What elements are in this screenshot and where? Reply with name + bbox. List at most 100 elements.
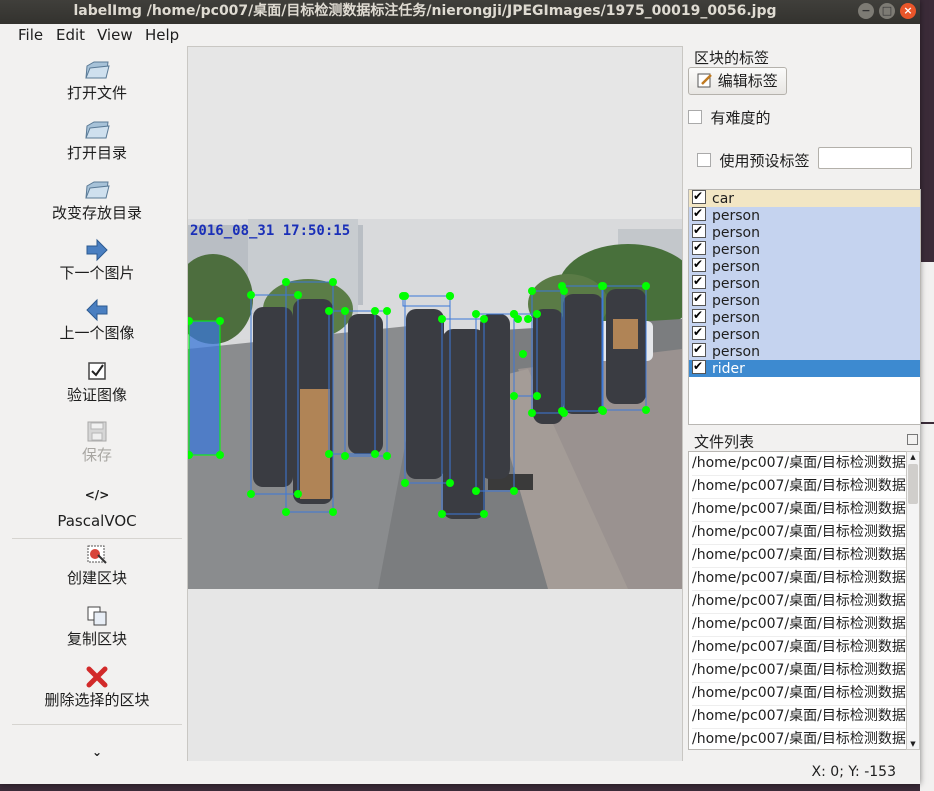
duplicate-box-button[interactable]: 复制区块	[8, 604, 186, 649]
file-list-item[interactable]: /home/pc007/桌面/目标检测数据标注	[692, 521, 907, 545]
close-button[interactable]: ×	[900, 3, 916, 19]
label-visibility-checkbox[interactable]	[692, 273, 706, 290]
label-visibility-checkbox[interactable]	[692, 256, 706, 273]
menu-bar: File Edit View Help	[0, 24, 920, 46]
label-list-item[interactable]: person	[689, 256, 920, 275]
file-list-item[interactable]: /home/pc007/桌面/目标检测数据标注	[692, 613, 907, 637]
open-dir-button[interactable]: 打开目录	[8, 118, 186, 163]
open-file-button[interactable]: 打开文件	[8, 58, 186, 103]
use-default-label-box[interactable]	[697, 153, 711, 167]
file-list-scrollbar[interactable]: ▲ ▼	[906, 451, 920, 750]
label-name: person	[712, 293, 760, 309]
duplicate-box-label: 复制区块	[66, 630, 127, 648]
label-visibility-checkbox[interactable]	[692, 222, 706, 239]
save-label: 保存	[81, 446, 112, 464]
toolbar-extension-button[interactable]: ⌄	[8, 744, 186, 760]
label-list-item[interactable]: person	[689, 205, 920, 224]
verify-image-label: 验证图像	[66, 386, 127, 404]
arrow-right-icon	[86, 238, 108, 262]
label-list-item[interactable]: person	[689, 239, 920, 258]
menu-file[interactable]: File	[18, 26, 43, 44]
file-list-item[interactable]: /home/pc007/桌面/目标检测数据标注	[692, 544, 907, 568]
label-visibility-checkbox[interactable]	[692, 307, 706, 324]
file-list-item[interactable]: /home/pc007/桌面/目标检测数据标注	[692, 659, 907, 683]
background-window	[920, 424, 934, 791]
file-list-item[interactable]: /home/pc007/桌面/目标检测数据标注	[692, 475, 907, 499]
label-visibility-checkbox[interactable]	[692, 290, 706, 307]
difficult-checkbox-box[interactable]	[688, 110, 702, 124]
menu-view[interactable]: View	[97, 26, 133, 44]
file-list-item[interactable]: /home/pc007/桌面/目标检测数据标注	[692, 590, 907, 614]
label-list-item[interactable]: person	[689, 341, 920, 360]
verify-image-button[interactable]: 验证图像	[8, 360, 186, 405]
image-canvas[interactable]: 2016_08_31 17:50:15	[187, 46, 683, 763]
copy-icon	[87, 606, 107, 626]
label-list-item[interactable]: person	[689, 324, 920, 343]
prev-image-button[interactable]: 上一个图像	[8, 298, 186, 343]
label-list-item[interactable]: person	[689, 290, 920, 309]
maximize-button[interactable]: □	[879, 3, 895, 19]
code-icon: </>	[84, 488, 110, 502]
label-visibility-checkbox[interactable]	[692, 324, 706, 341]
menu-edit[interactable]: Edit	[56, 26, 85, 44]
label-list[interactable]: carpersonpersonpersonpersonpersonpersonp…	[688, 189, 921, 425]
folder-icon	[85, 181, 110, 199]
save-button[interactable]: 保存	[8, 420, 186, 465]
prev-image-label: 上一个图像	[59, 324, 135, 342]
default-label-input[interactable]	[818, 147, 912, 169]
file-list-item[interactable]: /home/pc007/桌面/目标检测数据标注	[692, 682, 907, 706]
label-name: person	[712, 327, 760, 343]
arrow-left-icon	[86, 298, 108, 322]
label-visibility-checkbox[interactable]	[692, 190, 706, 205]
next-image-button[interactable]: 下一个图片	[8, 238, 186, 283]
label-name: person	[712, 259, 760, 275]
difficult-checkbox[interactable]: 有难度的	[688, 107, 770, 128]
minimize-button[interactable]: −	[858, 3, 874, 19]
delete-x-icon	[86, 666, 108, 688]
file-list-item[interactable]: /home/pc007/桌面/目标检测数据标注	[692, 705, 907, 729]
label-list-item[interactable]: car	[689, 190, 920, 207]
folder-icon	[85, 61, 110, 79]
edit-label-button[interactable]: 编辑标签	[688, 67, 787, 95]
scroll-thumb[interactable]	[908, 464, 918, 504]
use-default-label-text: 使用预设标签	[719, 152, 810, 170]
file-list-item[interactable]: /home/pc007/桌面/目标检测数据标注	[692, 728, 907, 749]
scroll-up-arrow[interactable]: ▲	[907, 452, 919, 462]
file-list[interactable]: /home/pc007/桌面/目标检测数据标注/home/pc007/桌面/目标…	[688, 451, 908, 750]
floppy-disk-icon	[87, 421, 107, 442]
background-window	[920, 0, 934, 260]
timestamp-overlay: 2016_08_31 17:50:15	[190, 223, 351, 239]
file-list-item[interactable]: /home/pc007/桌面/目标检测数据标注	[692, 567, 907, 591]
create-box-button[interactable]: 创建区块	[8, 543, 186, 588]
label-list-item[interactable]: rider	[689, 358, 920, 377]
window-title: labelImg /home/pc007/桌面/目标检测数据标注任务/niero…	[73, 3, 777, 19]
delete-box-button[interactable]: 删除选择的区块	[8, 665, 186, 710]
background-window	[920, 262, 934, 422]
dock-float-icon[interactable]	[907, 434, 918, 445]
label-list-item[interactable]: person	[689, 222, 920, 241]
change-save-dir-button[interactable]: 改变存放目录	[8, 178, 186, 223]
label-visibility-checkbox[interactable]	[692, 239, 706, 256]
label-visibility-checkbox[interactable]	[692, 205, 706, 222]
photo-scene	[188, 219, 682, 589]
menu-help[interactable]: Help	[145, 26, 179, 44]
label-name: person	[712, 242, 760, 258]
file-list-item[interactable]: /home/pc007/桌面/目标检测数据标注	[692, 636, 907, 660]
file-list-item[interactable]: /home/pc007/桌面/目标检测数据标注	[692, 452, 907, 476]
use-default-label-checkbox[interactable]: 使用预设标签	[697, 150, 809, 171]
label-list-item[interactable]: person	[689, 307, 920, 326]
difficult-label: 有难度的	[710, 109, 771, 127]
scroll-down-arrow[interactable]: ▼	[907, 739, 919, 749]
label-name: person	[712, 208, 760, 224]
label-list-item[interactable]: person	[689, 273, 920, 292]
open-dir-label: 打开目录	[66, 144, 127, 162]
title-bar[interactable]: labelImg /home/pc007/桌面/目标检测数据标注任务/niero…	[0, 0, 920, 24]
status-bar: X: 0; Y: -153	[0, 761, 920, 784]
label-visibility-checkbox[interactable]	[692, 341, 706, 358]
draw-box-icon	[87, 545, 107, 564]
create-box-label: 创建区块	[66, 569, 127, 587]
format-toggle-button[interactable]: </> PascalVOC	[8, 482, 186, 530]
file-list-item[interactable]: /home/pc007/桌面/目标检测数据标注	[692, 498, 907, 522]
street-photo[interactable]: 2016_08_31 17:50:15	[188, 219, 682, 589]
label-visibility-checkbox[interactable]	[692, 358, 706, 375]
